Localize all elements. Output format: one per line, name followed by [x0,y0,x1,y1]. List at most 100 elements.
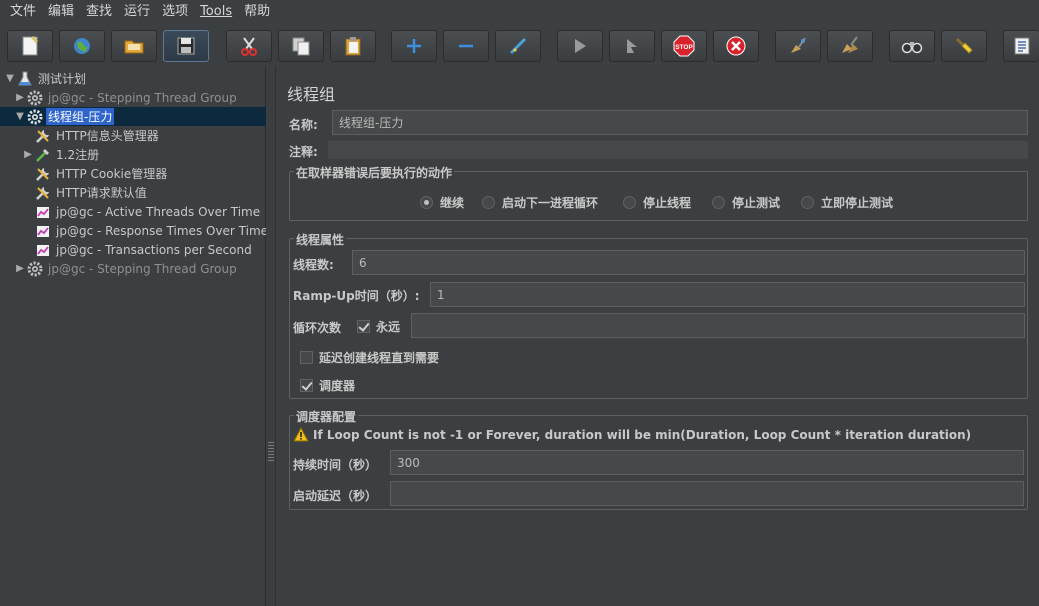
radio-continue[interactable]: 继续 [420,194,464,211]
open-icon [124,40,144,54]
tree-node-thread-group-pressure[interactable]: ▼ 线程组-压力 [0,107,266,126]
sampler-error-action-group: 在取样器错误后要执行的动作 继续 启动下一进程循环 停止线程 停止测试 立即停止… [289,164,1028,221]
tree-node-transactions-per-second[interactable]: jp@gc - Transactions per Second [34,240,254,259]
start-no-pause-button[interactable] [609,30,655,62]
function-helper-button[interactable] [1003,30,1039,62]
shutdown-icon [726,36,746,56]
tree-node-label: jp@gc - Active Threads Over Time [56,204,261,219]
comment-field[interactable] [328,141,1028,159]
menu-run[interactable]: 运行 [118,0,156,24]
checkbox-icon [300,351,313,364]
cut-icon [241,37,257,56]
open-button[interactable] [111,30,157,62]
tree-node-label: jp@gc - Transactions per Second [56,242,252,257]
stop-button[interactable]: STOP [661,30,707,62]
loop-count-field[interactable] [411,313,1025,338]
collapse-icon [459,44,473,48]
tree-node-label: jp@gc - Response Times Over Time [56,223,269,238]
radio-stop-test[interactable]: 停止测试 [712,194,780,211]
group-title: 线程属性 [294,231,347,248]
gear-icon [26,89,44,107]
collapsed-arrow-icon[interactable]: ▶ [22,149,34,160]
group-title: 在取样器错误后要执行的动作 [294,164,455,181]
collapsed-arrow-icon[interactable]: ▶ [14,263,26,274]
menu-edit[interactable]: 编辑 [42,0,80,24]
scheduler-checkbox[interactable]: 调度器 [300,377,355,394]
gear-icon [26,260,44,278]
tree-node-label: HTTP信息头管理器 [56,129,159,143]
shutdown-button[interactable] [713,30,759,62]
menu-bar: 文件 编辑 查找 运行 选项 Tools 帮助 [0,0,1039,24]
graph-icon [34,222,52,240]
radio-selected-icon [420,196,433,209]
pipette-icon [34,146,52,164]
expand-button[interactable] [391,30,437,62]
reset-search-button[interactable] [941,30,987,62]
clear-all-button[interactable] [827,30,873,62]
split-pane-divider[interactable] [266,67,276,606]
save-button[interactable] [163,30,209,62]
collapse-button[interactable] [443,30,489,62]
paste-button[interactable] [330,30,376,62]
menu-options[interactable]: 选项 [156,0,194,24]
new-button[interactable] [7,30,53,62]
search-button[interactable] [889,30,935,62]
start-button[interactable] [557,30,603,62]
radio-start-next-loop[interactable]: 启动下一进程循环 [482,194,598,211]
duration-field[interactable]: 300 [390,450,1024,475]
wrench-icon [34,165,52,183]
expanded-arrow-icon[interactable]: ▼ [14,111,26,122]
menu-search[interactable]: 查找 [80,0,118,24]
duration-label: 持续时间（秒） [293,458,378,472]
tree-node-stepping-thread-group-1[interactable]: ▶ jp@gc - Stepping Thread Group [14,88,239,107]
menu-file[interactable]: 文件 [4,0,42,24]
rampup-field[interactable]: 1 [430,282,1025,307]
clear-button[interactable] [775,30,821,62]
gear-icon [26,108,44,126]
copy-icon [292,37,310,56]
menu-help[interactable]: 帮助 [238,0,276,24]
name-label: 名称: [289,118,318,132]
wrench-icon [34,184,52,202]
radio-stop-test-now[interactable]: 立即停止测试 [801,194,893,211]
copy-button[interactable] [278,30,324,62]
function-helper-icon [1014,37,1029,55]
thread-properties-group: 线程属性 线程数: 6 Ramp-Up时间（秒）: 1 循环次数 永远 延迟创建… [289,231,1028,399]
new-icon [22,35,39,56]
forever-checkbox[interactable]: 永远 [357,318,400,335]
group-title: 调度器配置 [294,408,359,425]
name-field[interactable]: 线程组-压力 [332,110,1028,135]
templates-button[interactable] [59,30,105,62]
tree-node-http-request-defaults[interactable]: HTTP请求默认值 [34,183,149,202]
tree-node-register[interactable]: ▶ 1.2注册 [22,145,101,164]
checkbox-checked-icon [300,379,313,392]
clear-all-icon [842,36,858,53]
checkbox-checked-icon [357,320,370,333]
tree-node-label: 测试计划 [38,72,87,86]
startup-delay-field[interactable] [390,481,1024,506]
tree-node-active-threads[interactable]: jp@gc - Active Threads Over Time [34,202,262,221]
tree-node-test-plan[interactable]: ▼ 测试计划 [4,69,88,88]
tree-node-http-cookie-manager[interactable]: HTTP Cookie管理器 [34,164,169,183]
tree-node-response-times[interactable]: jp@gc - Response Times Over Time [34,221,270,240]
radio-icon [623,196,636,209]
radio-icon [801,196,814,209]
tree-node-label: 线程组-压力 [46,108,115,125]
flask-icon [16,70,34,88]
scheduler-warning: If Loop Count is not -1 or Forever, dura… [293,427,971,442]
menu-tools[interactable]: Tools [194,0,238,24]
collapsed-arrow-icon[interactable]: ▶ [14,92,26,103]
tree-node-stepping-thread-group-2[interactable]: ▶ jp@gc - Stepping Thread Group [14,259,239,278]
thread-count-field[interactable]: 6 [352,250,1025,275]
delay-thread-creation-checkbox[interactable]: 延迟创建线程直到需要 [300,349,439,366]
radio-icon [482,196,495,209]
radio-stop-thread[interactable]: 停止线程 [623,194,691,211]
warning-icon [293,427,309,442]
tree-node-label: jp@gc - Stepping Thread Group [48,261,237,276]
expanded-arrow-icon[interactable]: ▼ [4,73,16,84]
toggle-button[interactable] [495,30,541,62]
start-no-pause-icon [627,39,637,53]
tree-node-http-header-manager[interactable]: HTTP信息头管理器 [34,126,161,145]
cut-button[interactable] [226,30,272,62]
drag-grip-icon [268,442,274,462]
